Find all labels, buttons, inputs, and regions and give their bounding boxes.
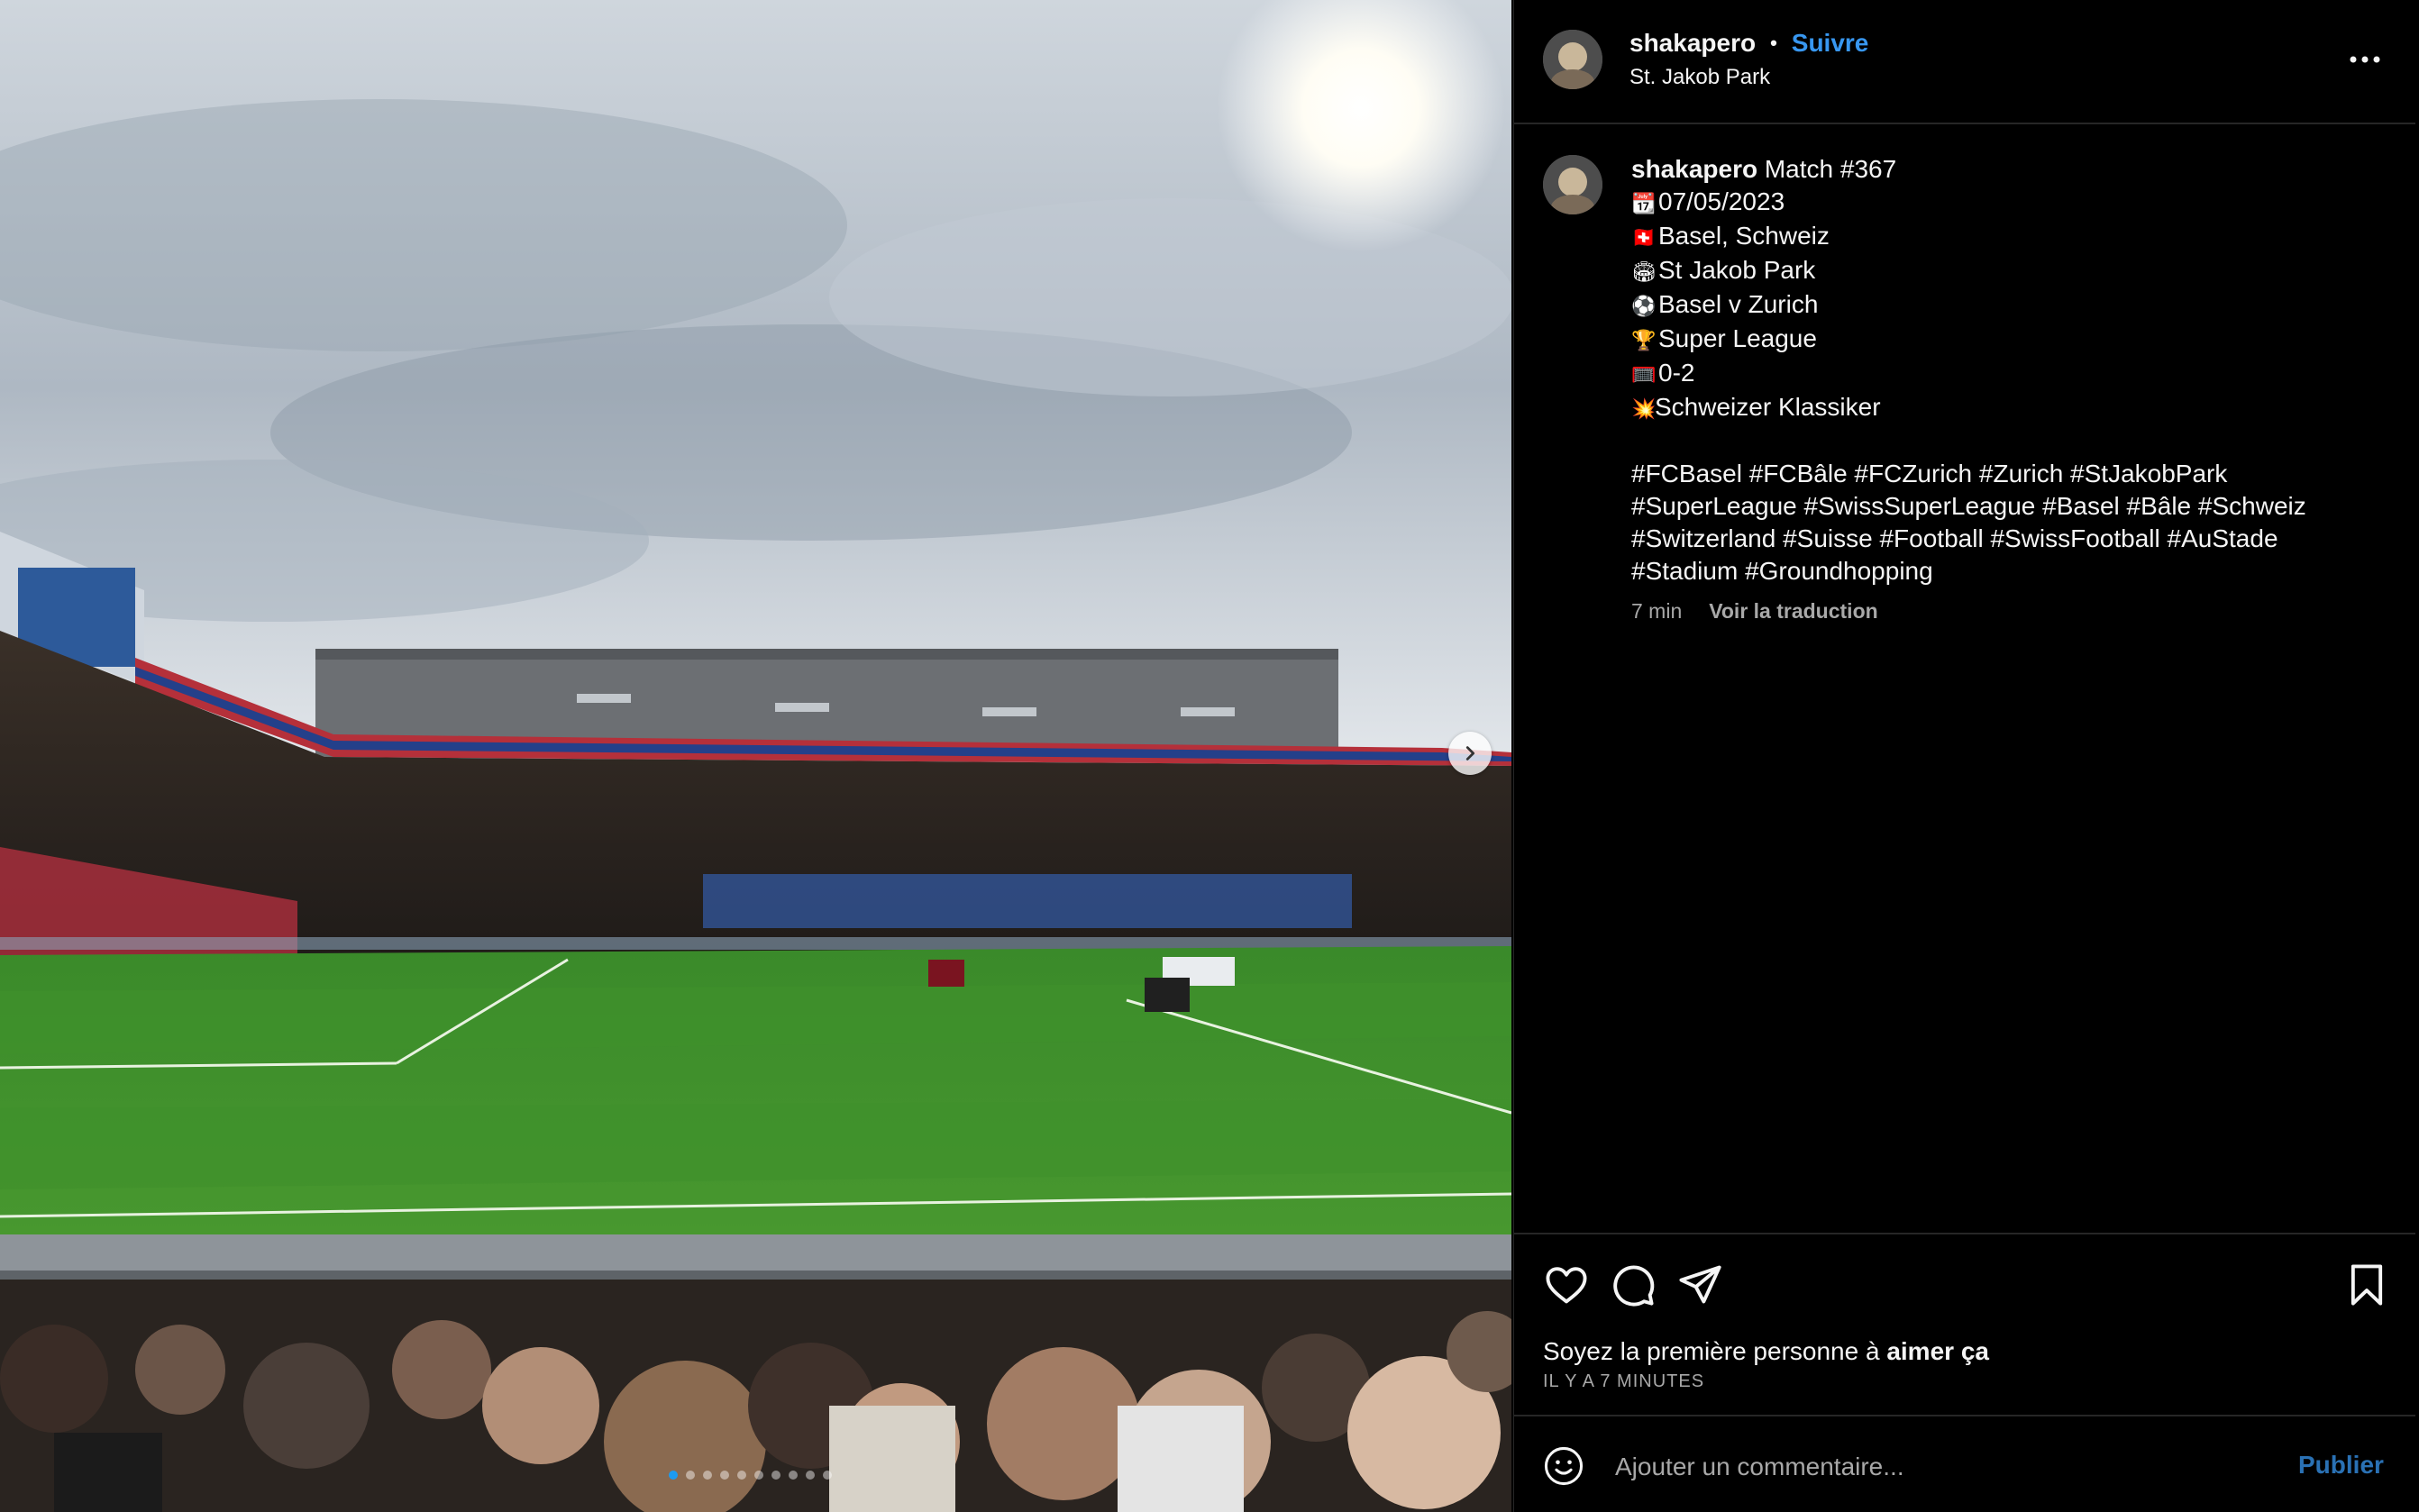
like-cta-link[interactable]: aimer ça: [1886, 1337, 1989, 1365]
caption-line-text: Basel, Schweiz: [1658, 222, 1830, 250]
caption-text: shakapero Match #367 📆07/05/2023 🇨🇭Basel…: [1631, 153, 2388, 627]
caption-line: 💥Schweizer Klassiker: [1631, 391, 2388, 425]
carousel-dot: [669, 1471, 678, 1480]
instagram-post-view: shakapero • Suivre St. Jakob Park shakap…: [0, 0, 2419, 1512]
likes-text: Soyez la première personne à aimer ça: [1543, 1337, 1989, 1366]
caption-meta: 7 min Voir la traduction: [1631, 595, 2388, 627]
post-timestamp[interactable]: IL Y A 7 MINUTES: [1543, 1371, 1704, 1392]
caption-hashtags: #FCBasel #FCBâle #FCZurich #Zurich #StJa…: [1631, 458, 2388, 587]
calendar-icon: 📆: [1631, 192, 1657, 214]
carousel-dot: [771, 1471, 780, 1480]
comment-bar: Publier: [1514, 1415, 2415, 1512]
avatar[interactable]: [1543, 30, 1602, 89]
emoji-icon: [1544, 1446, 1584, 1486]
header-user-line: shakapero • Suivre: [1629, 29, 1868, 58]
stadium-icon: 🏟: [1631, 260, 1657, 283]
carousel-dot: [737, 1471, 746, 1480]
avatar[interactable]: [1543, 155, 1602, 214]
caption-line-text: Schweizer Klassiker: [1655, 393, 1881, 421]
share-button[interactable]: [1676, 1262, 1723, 1308]
location-link[interactable]: St. Jakob Park: [1629, 65, 1770, 90]
translate-link[interactable]: Voir la traduction: [1709, 595, 1877, 627]
caption-line: ⚽Basel v Zurich: [1631, 288, 2388, 323]
carousel-dot: [703, 1471, 712, 1480]
stadium-photo: [0, 0, 1511, 1512]
caption-time[interactable]: 7 min: [1631, 595, 1682, 627]
carousel-dot: [823, 1471, 832, 1480]
caption-line-text: Super League: [1658, 324, 1817, 352]
soccer-ball-icon: ⚽: [1631, 295, 1657, 317]
comment-button[interactable]: [1610, 1262, 1657, 1308]
trophy-icon: 🏆: [1631, 329, 1657, 351]
hashtag-line[interactable]: #FCBasel #FCBâle #FCZurich #Zurich #StJa…: [1631, 458, 2388, 490]
caption-username[interactable]: shakapero: [1631, 155, 1757, 183]
more-options-button[interactable]: [2343, 41, 2387, 77]
swiss-flag-icon: 🇨🇭: [1631, 226, 1657, 249]
emoji-button[interactable]: [1543, 1445, 1584, 1487]
separator-dot: •: [1770, 32, 1777, 54]
caption-line: 🏟St Jakob Park: [1631, 254, 2388, 288]
post-header: shakapero • Suivre St. Jakob Park: [1514, 0, 2415, 124]
caption-line: 🇨🇭Basel, Schweiz: [1631, 220, 2388, 254]
caption-line: 🏆Super League: [1631, 323, 2388, 357]
carousel-next-button[interactable]: [1448, 732, 1492, 775]
goal-net-icon: 🥅: [1631, 363, 1657, 386]
collision-icon: 💥: [1631, 397, 1657, 420]
caption-line-text: Match #367: [1764, 155, 1897, 183]
caption-line: 🥅0-2: [1631, 357, 2388, 391]
carousel-dot: [686, 1471, 695, 1480]
carousel-dot: [720, 1471, 729, 1480]
header-username[interactable]: shakapero: [1629, 29, 1756, 58]
likes-prefix: Soyez la première personne à: [1543, 1337, 1887, 1365]
send-icon: [1679, 1265, 1721, 1304]
carousel-dot: [789, 1471, 798, 1480]
caption-line-text: 07/05/2023: [1658, 187, 1785, 215]
bookmark-icon: [2351, 1264, 2383, 1306]
like-button[interactable]: [1543, 1262, 1590, 1308]
post-side-panel: shakapero • Suivre St. Jakob Park shakap…: [1513, 0, 2415, 1512]
follow-button[interactable]: Suivre: [1792, 29, 1869, 58]
carousel-indicator: [669, 1471, 832, 1480]
caption-line: 📆07/05/2023: [1631, 186, 2388, 220]
carousel-dot: [806, 1471, 815, 1480]
post-media[interactable]: [0, 0, 1511, 1512]
post-actions: Soyez la première personne à aimer ça IL…: [1514, 1233, 2415, 1512]
hashtag-line[interactable]: #Stadium #Groundhopping: [1631, 555, 2388, 587]
chevron-right-icon: [1465, 746, 1475, 761]
caption-line-text: St Jakob Park: [1658, 256, 1816, 284]
hashtag-line[interactable]: #SuperLeague #SwissSuperLeague #Basel #B…: [1631, 490, 2388, 523]
heart-icon: [1546, 1267, 1587, 1304]
more-horizontal-icon: [2350, 56, 2380, 63]
publish-button[interactable]: Publier: [2298, 1451, 2384, 1480]
carousel-dot: [754, 1471, 763, 1480]
caption-line: shakapero Match #367: [1631, 153, 2388, 186]
comment-input[interactable]: [1613, 1444, 2248, 1490]
save-button[interactable]: [2343, 1262, 2390, 1308]
caption-line-text: Basel v Zurich: [1658, 290, 1819, 318]
hashtag-line[interactable]: #Switzerland #Suisse #Football #SwissFoo…: [1631, 523, 2388, 555]
caption-line-text: 0-2: [1658, 359, 1695, 387]
comment-icon: [1613, 1265, 1655, 1307]
